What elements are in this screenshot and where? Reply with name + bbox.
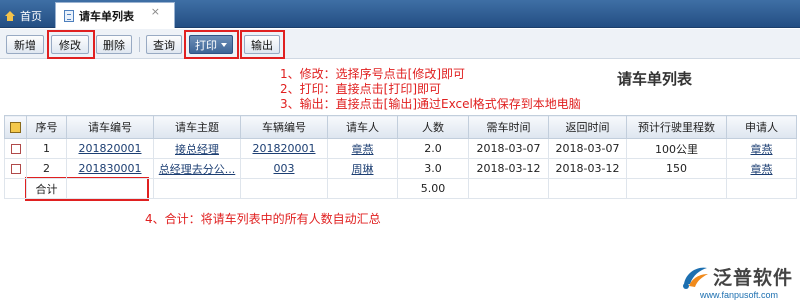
cell-need-time: 2018-03-12 (468, 158, 549, 179)
home-icon (4, 10, 16, 22)
tab-request-list-label: 请车单列表 (79, 9, 134, 23)
request-table: 序号 请车编号 请车主题 车辆编号 请车人 人数 需车时间 返回时间 预计行驶里… (4, 115, 797, 199)
total-empty-cell (66, 178, 154, 199)
col-applicant[interactable]: 申请人 (726, 115, 797, 139)
toolbar-divider (139, 37, 140, 52)
tab-request-list[interactable]: 请车单列表 × (55, 2, 175, 28)
cell-mileage: 150 (626, 158, 727, 179)
tab-home-label: 首页 (20, 10, 42, 23)
logo-text: 泛普软件 (713, 266, 794, 289)
close-icon[interactable]: × (151, 5, 160, 18)
checkbox-icon (10, 164, 21, 174)
delete-button[interactable]: 删除 (96, 35, 132, 54)
checkbox-icon (10, 122, 21, 133)
col-count[interactable]: 人数 (397, 115, 469, 139)
select-all-checkbox[interactable] (4, 115, 27, 139)
highlight-edit (47, 30, 95, 59)
total-empty-cell (4, 178, 27, 199)
total-empty-cell (153, 178, 241, 199)
total-row: 合计 5.00 (4, 178, 797, 199)
col-mileage[interactable]: 预计行驶里程数 (626, 115, 727, 139)
total-empty-cell (626, 178, 727, 199)
logo-url: www.fanpusoft.com (700, 290, 779, 300)
col-request-no[interactable]: 请车编号 (66, 115, 154, 139)
table-header-row: 序号 请车编号 请车主题 车辆编号 请车人 人数 需车时间 返回时间 预计行驶里… (4, 115, 797, 139)
cell-applicant[interactable]: 章燕 (726, 138, 797, 159)
row-checkbox[interactable] (4, 138, 27, 159)
annotation-total: 4、合计：将请车列表中的所有人数自动汇总 (145, 212, 381, 226)
col-seq[interactable]: 序号 (26, 115, 67, 139)
cell-applicant[interactable]: 章燕 (726, 158, 797, 179)
total-empty-cell (327, 178, 398, 199)
logo-icon (683, 267, 708, 289)
total-empty-cell (548, 178, 627, 199)
cell-request-no[interactable]: 201820001 (66, 138, 154, 159)
table-row[interactable]: 1 201820001 接总经理 201820001 章燕 2.0 2018-0… (4, 138, 797, 159)
col-requester[interactable]: 请车人 (327, 115, 398, 139)
cell-requester[interactable]: 章燕 (327, 138, 398, 159)
tab-strip: 首页 请车单列表 × (0, 0, 800, 28)
highlight-print (184, 30, 239, 59)
add-button[interactable]: 新增 (6, 35, 44, 54)
brand-logo: 泛普软件 (680, 262, 793, 290)
col-need-time[interactable]: 需车时间 (468, 115, 549, 139)
cell-count: 2.0 (397, 138, 469, 159)
total-label: 合计 (26, 178, 67, 199)
annotation-export: 3、输出：直接点击[输出]通过Excel格式保存到本地电脑 (280, 97, 581, 111)
row-checkbox[interactable] (4, 158, 27, 179)
highlight-export (240, 30, 285, 59)
total-empty-cell (726, 178, 797, 199)
table-row[interactable]: 2 201830001 总经理去分公... 003 周琳 3.0 2018-03… (4, 158, 797, 179)
cell-request-no[interactable]: 201830001 (66, 158, 154, 179)
cell-subject[interactable]: 接总经理 (153, 138, 241, 159)
cell-return-time: 2018-03-12 (548, 158, 627, 179)
col-return-time[interactable]: 返回时间 (548, 115, 627, 139)
total-count: 5.00 (397, 178, 469, 199)
cell-seq: 2 (26, 158, 67, 179)
cell-seq: 1 (26, 138, 67, 159)
cell-mileage: 100公里 (626, 138, 727, 159)
tab-home[interactable]: 首页 (4, 6, 42, 26)
cell-need-time: 2018-03-07 (468, 138, 549, 159)
toolbar: 新增 修改 删除 查询 打印 输出 (0, 29, 800, 59)
total-empty-cell (468, 178, 549, 199)
cell-return-time: 2018-03-07 (548, 138, 627, 159)
cell-vehicle-no[interactable]: 003 (240, 158, 328, 179)
col-vehicle-no[interactable]: 车辆编号 (240, 115, 328, 139)
document-icon (64, 9, 74, 22)
cell-requester[interactable]: 周琳 (327, 158, 398, 179)
page-title: 请车单列表 (617, 70, 693, 88)
cell-vehicle-no[interactable]: 201820001 (240, 138, 328, 159)
total-empty-cell (240, 178, 328, 199)
col-subject[interactable]: 请车主题 (153, 115, 241, 139)
query-button[interactable]: 查询 (146, 35, 182, 54)
checkbox-icon (10, 144, 21, 154)
cell-subject[interactable]: 总经理去分公... (153, 158, 241, 179)
cell-count: 3.0 (397, 158, 469, 179)
